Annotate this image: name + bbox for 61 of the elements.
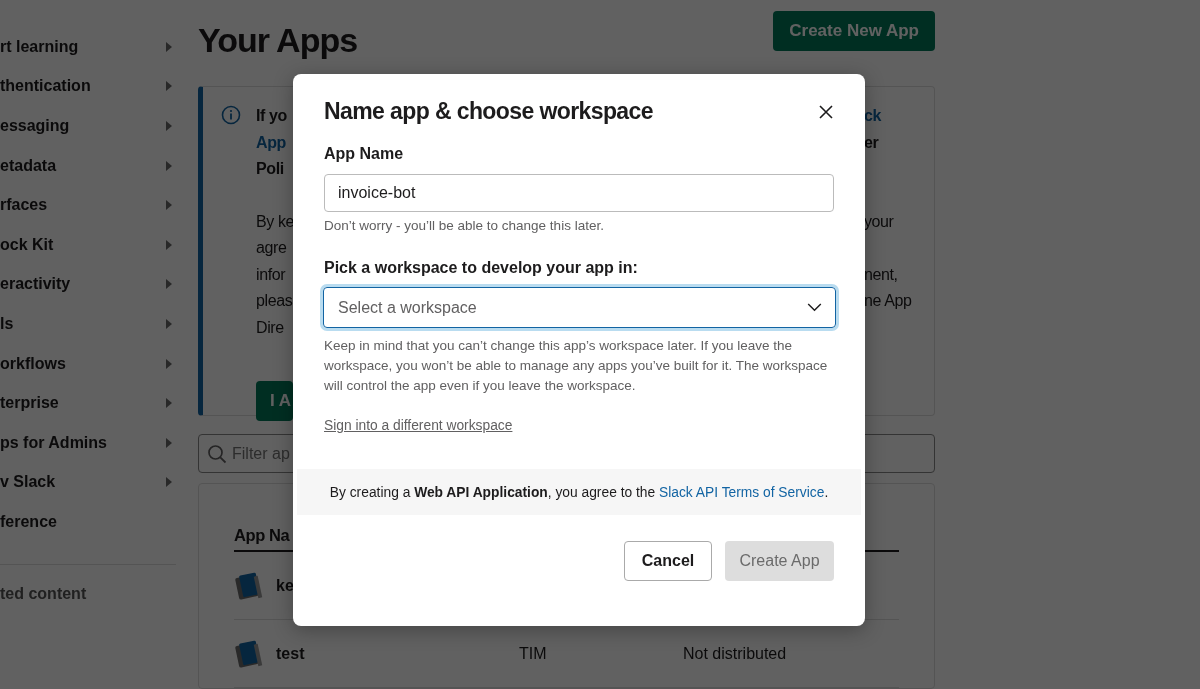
create-new-app-button[interactable]: Create New App (773, 11, 935, 51)
page-title: Your Apps (198, 20, 358, 60)
notice-text: your (864, 212, 894, 230)
app-name-field[interactable]: invoice-bot (324, 174, 834, 212)
chevron-right-icon (166, 239, 172, 250)
dialog-title: Name app & choose workspace (324, 98, 653, 125)
field-label: Pick a workspace to develop your app in: (324, 259, 638, 277)
hint-text: Don’t worry - you’ll be able to change this later. (324, 218, 604, 233)
sign-in-link[interactable]: Sign into a different workspace (324, 418, 513, 433)
chevron-right-icon (166, 81, 172, 92)
workspace-select[interactable]: Select a workspace (323, 287, 836, 328)
notice-text: er (864, 133, 879, 151)
chevron-down-icon (807, 303, 822, 312)
notice-text: Poli (256, 160, 284, 177)
sidebar-item[interactable]: ps for Admins (0, 422, 180, 463)
sidebar-item[interactable]: ted content (0, 584, 180, 603)
chevron-right-icon (166, 358, 172, 369)
chevron-right-icon (166, 160, 172, 171)
close-icon (819, 104, 833, 119)
table-cell: TIM (519, 644, 547, 662)
notice-text: agre (256, 239, 287, 256)
sidebar-item[interactable]: rt learning (0, 27, 180, 67)
chevron-right-icon (166, 41, 172, 52)
sidebar-item[interactable]: terprise (0, 383, 180, 423)
notice-text: nent, (864, 265, 898, 283)
sidebar-item[interactable]: etadata (0, 145, 180, 186)
sidebar-item[interactable]: eractivity (0, 264, 180, 305)
info-icon (221, 105, 241, 125)
table-cell: Not distributed (683, 644, 787, 662)
notice-text: Dire (256, 318, 284, 336)
notice-text: ne App (864, 292, 912, 309)
help-text: Keep in mind that you can’t change this app’s workspace later. If you leave the workspace, you won’t be able to manage any apps you’ve built for it. The workspace will control the app even if you leave the workspace. (324, 337, 829, 395)
app-name-cell[interactable]: ke (276, 576, 294, 594)
notice-link[interactable]: ck (864, 107, 881, 124)
notice-link[interactable]: App (256, 133, 286, 151)
chevron-right-icon (166, 437, 172, 448)
sidebar-item[interactable]: ock Kit (0, 224, 180, 265)
notice-text: pleas (256, 292, 293, 309)
search-icon (207, 444, 227, 464)
sidebar-item[interactable]: ls (0, 304, 180, 344)
terms-text: By creating a Web API Application, you agree to the Slack API Terms of Service. (329, 484, 829, 500)
notice-text: infor (256, 265, 286, 283)
sidebar-item[interactable]: orkflows (0, 343, 180, 384)
chevron-right-icon (166, 477, 172, 488)
cancel-button[interactable]: Cancel (624, 541, 712, 581)
chevron-right-icon (166, 121, 172, 131)
sidebar-item[interactable]: rfaces (0, 185, 180, 225)
chevron-right-icon (166, 279, 172, 290)
notice-text: If yo (256, 107, 287, 124)
column-header: App Na (234, 526, 290, 544)
app-name-cell[interactable]: test (276, 644, 305, 662)
chevron-right-icon (166, 398, 172, 409)
chevron-right-icon (166, 200, 172, 211)
chevron-right-icon (166, 318, 172, 329)
agree-button[interactable]: I A (256, 381, 293, 421)
notice-text: By ke (256, 212, 295, 230)
sidebar-item[interactable]: v Slack (0, 462, 180, 503)
sidebar-item[interactable]: thentication (0, 66, 180, 107)
sidebar-item[interactable]: ference (0, 502, 180, 542)
sidebar-item[interactable]: essaging (0, 106, 180, 146)
field-label: App Name (324, 145, 404, 163)
